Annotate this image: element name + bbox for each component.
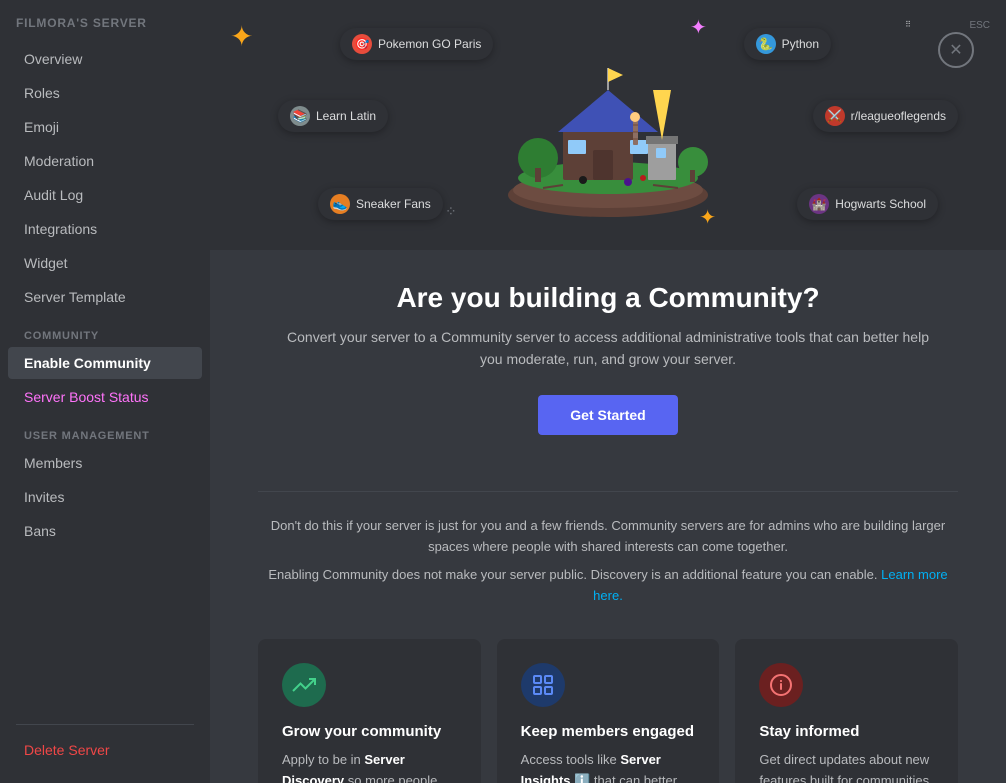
warning-section: Don't do this if your server is just for…: [210, 516, 1006, 607]
sidebar-item-label: Delete Server: [24, 742, 110, 758]
sidebar-item-emoji[interactable]: Emoji: [8, 111, 202, 143]
grow-icon: [282, 663, 326, 707]
hogwarts-chip: 🏰 Hogwarts School: [797, 188, 938, 220]
league-chip: ⚔️ r/leagueoflegends: [813, 100, 958, 132]
feature-cards-container: Grow your community Apply to be in Serve…: [210, 615, 1006, 783]
sidebar-item-label: Server Template: [24, 289, 126, 305]
warning-text-2-prefix: Enabling Community does not make your se…: [268, 567, 877, 582]
python-chip-icon: 🐍: [756, 34, 776, 54]
sidebar-item-widget[interactable]: Widget: [8, 247, 202, 279]
sidebar-item-label: Bans: [24, 523, 56, 539]
island-illustration: [483, 10, 733, 230]
engage-icon: [521, 663, 565, 707]
main-content: ✕ ESC ✦ ✦ ⠿ ⁘ ✦ 🎯 Pokemon GO Paris 🐍 Pyt…: [210, 0, 1006, 783]
sidebar-item-server-boost[interactable]: Server Boost Status: [8, 381, 202, 413]
close-icon: ✕: [949, 40, 962, 60]
main-subtitle: Convert your server to a Community serve…: [283, 326, 933, 371]
sidebar-item-invites[interactable]: Invites: [8, 481, 202, 513]
sidebar-item-moderation[interactable]: Moderation: [8, 145, 202, 177]
star-yellow-icon: ✦: [230, 20, 253, 53]
hogwarts-chip-icon: 🏰: [809, 194, 829, 214]
close-button[interactable]: ✕: [938, 32, 974, 68]
sidebar-item-label: Moderation: [24, 153, 94, 169]
sidebar-item-server-template[interactable]: Server Template: [8, 281, 202, 313]
content-section: Are you building a Community? Convert yo…: [210, 250, 1006, 467]
sidebar-item-label: Server Boost Status: [24, 389, 149, 405]
python-chip-label: Python: [782, 37, 819, 51]
get-started-button[interactable]: Get Started: [538, 395, 677, 435]
grow-title: Grow your community: [282, 723, 457, 740]
sidebar-item-delete-server[interactable]: Delete Server: [8, 734, 202, 766]
content-divider: [258, 491, 958, 492]
warning-text-1: Don't do this if your server is just for…: [258, 516, 958, 558]
latin-chip-label: Learn Latin: [316, 109, 376, 123]
sidebar-divider: [16, 724, 194, 725]
sidebar-item-label: Widget: [24, 255, 68, 271]
pokemon-chip: 🎯 Pokemon GO Paris: [340, 28, 493, 60]
engage-description: Access tools like Server Insights ℹ️ tha…: [521, 750, 696, 783]
feature-card-engage: Keep members engaged Access tools like S…: [497, 639, 720, 783]
league-chip-icon: ⚔️: [825, 106, 845, 126]
pokemon-chip-label: Pokemon GO Paris: [378, 37, 481, 51]
server-name: FILMORA'S SERVER: [0, 16, 210, 42]
sidebar-item-bans[interactable]: Bans: [8, 515, 202, 547]
sidebar-item-members[interactable]: Members: [8, 447, 202, 479]
sidebar-item-label: Members: [24, 455, 82, 471]
league-chip-label: r/leagueoflegends: [851, 109, 946, 123]
sidebar-item-label: Roles: [24, 85, 60, 101]
feature-card-informed: Stay informed Get direct updates about n…: [735, 639, 958, 783]
hogwarts-chip-label: Hogwarts School: [835, 197, 926, 211]
sneaker-chip: 👟 Sneaker Fans: [318, 188, 443, 220]
sidebar-item-label: Audit Log: [24, 187, 83, 203]
main-title: Are you building a Community?: [258, 282, 958, 314]
dots-decoration: ⠿: [905, 20, 911, 29]
sneaker-chip-label: Sneaker Fans: [356, 197, 431, 211]
informed-title: Stay informed: [759, 723, 934, 740]
feature-card-grow: Grow your community Apply to be in Serve…: [258, 639, 481, 783]
grow-description: Apply to be in Server Discovery so more …: [282, 750, 457, 783]
esc-label: ESC: [969, 20, 990, 31]
informed-description: Get direct updates about new features bu…: [759, 750, 934, 783]
section-user-management: USER MANAGEMENT: [0, 414, 210, 446]
sidebar-item-roles[interactable]: Roles: [8, 77, 202, 109]
latin-chip: 📚 Learn Latin: [278, 100, 388, 132]
close-button-container: ✕ ESC: [969, 16, 990, 31]
sneaker-chip-icon: 👟: [330, 194, 350, 214]
sidebar-item-integrations[interactable]: Integrations: [8, 213, 202, 245]
latin-chip-icon: 📚: [290, 106, 310, 126]
engage-title: Keep members engaged: [521, 723, 696, 740]
crosshair-icon: ⁘: [445, 203, 461, 220]
informed-icon: [759, 663, 803, 707]
sidebar-item-label: Enable Community: [24, 355, 151, 371]
sidebar: FILMORA'S SERVER Overview Roles Emoji Mo…: [0, 0, 210, 783]
pokemon-chip-icon: 🎯: [352, 34, 372, 54]
sidebar-item-label: Invites: [24, 489, 64, 505]
hero-section: ✦ ✦ ⠿ ⁘ ✦ 🎯 Pokemon GO Paris 🐍 Python 📚 …: [210, 0, 1006, 250]
warning-text-2: Enabling Community does not make your se…: [258, 565, 958, 607]
sidebar-item-label: Emoji: [24, 119, 59, 135]
sidebar-item-label: Overview: [24, 51, 82, 67]
section-community: COMMUNITY: [0, 314, 210, 346]
sidebar-item-enable-community[interactable]: Enable Community: [8, 347, 202, 379]
sidebar-item-label: Integrations: [24, 221, 97, 237]
sidebar-item-overview[interactable]: Overview: [8, 43, 202, 75]
sidebar-item-audit-log[interactable]: Audit Log: [8, 179, 202, 211]
python-chip: 🐍 Python: [744, 28, 831, 60]
